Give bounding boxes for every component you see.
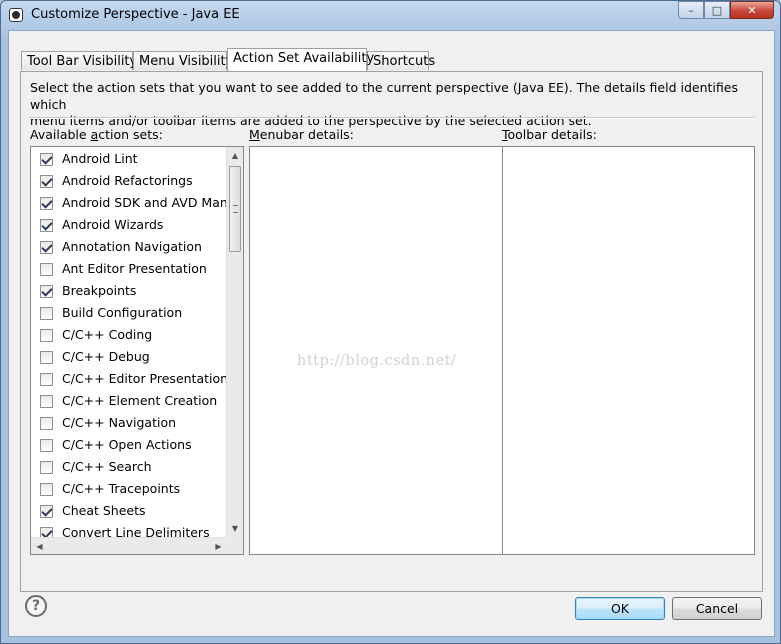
scrollbar-corner bbox=[226, 537, 243, 554]
unchecked-checkbox[interactable] bbox=[40, 307, 53, 320]
list-item-label: C/C++ Search bbox=[62, 459, 152, 474]
mnemonic: M bbox=[249, 127, 260, 142]
checked-checkbox[interactable] bbox=[40, 175, 53, 188]
eclipse-app-icon bbox=[9, 8, 23, 22]
action-sets-list-items: Android Lint Android Refactorings Android … bbox=[31, 147, 227, 537]
list-item[interactable]: Ant Editor Presentation bbox=[31, 258, 227, 280]
list-item[interactable]: C/C++ Debug bbox=[31, 346, 227, 368]
unchecked-checkbox[interactable] bbox=[40, 263, 53, 276]
action-sets-list[interactable]: Android Lint Android Refactorings Android … bbox=[30, 146, 244, 555]
vertical-scrollbar[interactable]: ▲ ▼ bbox=[226, 147, 243, 537]
list-item[interactable]: Cheat Sheets bbox=[31, 500, 227, 522]
list-item[interactable]: C/C++ Navigation bbox=[31, 412, 227, 434]
tab-shortcuts[interactable]: Shortcuts bbox=[367, 51, 435, 70]
list-item-label: C/C++ Coding bbox=[62, 327, 153, 342]
unchecked-checkbox[interactable] bbox=[40, 461, 53, 474]
list-item[interactable]: Android Lint bbox=[31, 148, 227, 170]
maximize-button[interactable]: □ bbox=[704, 1, 730, 19]
toolbar-details-box[interactable] bbox=[502, 146, 755, 555]
watermark-text: http://blog.csdn.net/ bbox=[297, 353, 457, 369]
list-item-label: Convert Line Delimiters bbox=[62, 525, 210, 537]
title-bar[interactable]: Customize Perspective - Java EE – □ ✕ bbox=[1, 1, 780, 29]
unchecked-checkbox[interactable] bbox=[40, 329, 53, 342]
ok-button[interactable]: OK bbox=[575, 597, 665, 620]
unchecked-checkbox[interactable] bbox=[40, 373, 53, 386]
list-item-label: C/C++ Debug bbox=[62, 349, 150, 364]
list-item[interactable]: Android Wizards bbox=[31, 214, 227, 236]
list-item[interactable]: C/C++ Editor Presentation bbox=[31, 368, 227, 390]
list-item[interactable]: C/C++ Search bbox=[31, 456, 227, 478]
list-item-label: C/C++ Open Actions bbox=[62, 437, 192, 452]
list-item[interactable]: C/C++ Coding bbox=[31, 324, 227, 346]
tab-action-set-availability[interactable]: Action Set Availability bbox=[227, 48, 374, 71]
unchecked-checkbox[interactable] bbox=[40, 351, 53, 364]
list-item-label: C/C++ Editor Presentation bbox=[62, 371, 227, 386]
list-item-label: Android Wizards bbox=[62, 217, 164, 232]
cancel-button[interactable]: Cancel bbox=[672, 597, 762, 620]
list-item-label: Android Refactorings bbox=[62, 173, 193, 188]
maximize-icon: □ bbox=[711, 3, 723, 17]
checked-checkbox[interactable] bbox=[40, 153, 53, 166]
checked-checkbox[interactable] bbox=[40, 219, 53, 232]
list-item[interactable]: Android Refactorings bbox=[31, 170, 227, 192]
window-title: Customize Perspective - Java EE bbox=[31, 7, 240, 22]
tab-tool-bar-visibility[interactable]: Tool Bar Visibility bbox=[21, 51, 137, 70]
scroll-down-icon[interactable]: ▼ bbox=[227, 520, 243, 537]
unchecked-checkbox[interactable] bbox=[40, 417, 53, 430]
unchecked-checkbox[interactable] bbox=[40, 439, 53, 452]
list-item-label: Build Configuration bbox=[62, 305, 183, 320]
checked-checkbox[interactable] bbox=[40, 527, 53, 537]
list-item-label: C/C++ Navigation bbox=[62, 415, 177, 430]
scroll-up-icon[interactable]: ▲ bbox=[227, 147, 243, 164]
minimize-icon: – bbox=[688, 3, 694, 17]
description-line-1: Select the action sets that you want to … bbox=[30, 80, 738, 112]
menubar-details-label: Menubar details: bbox=[249, 127, 354, 142]
list-item[interactable]: C/C++ Tracepoints bbox=[31, 478, 227, 500]
list-item-label: Breakpoints bbox=[62, 283, 137, 298]
list-item-label: Cheat Sheets bbox=[62, 503, 146, 518]
close-button[interactable]: ✕ bbox=[730, 1, 774, 19]
list-item-label: Ant Editor Presentation bbox=[62, 261, 207, 276]
unchecked-checkbox[interactable] bbox=[40, 395, 53, 408]
checked-checkbox[interactable] bbox=[40, 505, 53, 518]
list-item[interactable]: Android SDK and AVD Manager bbox=[31, 192, 227, 214]
list-item[interactable]: Breakpoints bbox=[31, 280, 227, 302]
label-text: enubar details: bbox=[259, 127, 354, 142]
list-item[interactable]: C/C++ Open Actions bbox=[31, 434, 227, 456]
minimize-button[interactable]: – bbox=[678, 1, 704, 19]
scroll-left-icon[interactable]: ◀ bbox=[31, 538, 48, 554]
list-item-label: Android SDK and AVD Manager bbox=[62, 195, 227, 210]
scroll-right-icon[interactable]: ▶ bbox=[210, 538, 227, 554]
horizontal-scrollbar[interactable]: ◀ ▶ bbox=[31, 537, 227, 554]
available-action-sets-label: Available action sets: bbox=[30, 127, 163, 142]
list-item[interactable]: Annotation Navigation bbox=[31, 236, 227, 258]
label-text: Available bbox=[30, 127, 91, 142]
checked-checkbox[interactable] bbox=[40, 285, 53, 298]
help-icon[interactable]: ? bbox=[25, 595, 47, 617]
separator bbox=[29, 117, 755, 119]
dialog-window: Customize Perspective - Java EE – □ ✕ To… bbox=[0, 0, 781, 644]
label-text: oolbar details: bbox=[507, 127, 597, 142]
label-text: ction sets: bbox=[98, 127, 163, 142]
list-item-label: Android Lint bbox=[62, 151, 138, 166]
checked-checkbox[interactable] bbox=[40, 241, 53, 254]
window-controls: – □ ✕ bbox=[678, 1, 774, 20]
unchecked-checkbox[interactable] bbox=[40, 483, 53, 496]
list-item[interactable]: C/C++ Element Creation bbox=[31, 390, 227, 412]
description-text: Select the action sets that you want to … bbox=[30, 80, 750, 130]
action-set-availability-panel: Select the action sets that you want to … bbox=[20, 71, 763, 592]
checked-checkbox[interactable] bbox=[40, 197, 53, 210]
dialog-client-area: Tool Bar Visibility Menu Visibility Acti… bbox=[8, 30, 775, 637]
menubar-details-box[interactable] bbox=[249, 146, 503, 555]
list-item-label: C/C++ Tracepoints bbox=[62, 481, 181, 496]
list-item[interactable]: Build Configuration bbox=[31, 302, 227, 324]
tab-menu-visibility[interactable]: Menu Visibility bbox=[133, 51, 233, 70]
list-item[interactable]: Convert Line Delimiters bbox=[31, 522, 227, 537]
toolbar-details-label: Toolbar details: bbox=[502, 127, 597, 142]
list-item-label: Annotation Navigation bbox=[62, 239, 202, 254]
close-icon: ✕ bbox=[747, 3, 757, 17]
scroll-thumb[interactable] bbox=[229, 166, 241, 252]
list-item-label: C/C++ Element Creation bbox=[62, 393, 218, 408]
